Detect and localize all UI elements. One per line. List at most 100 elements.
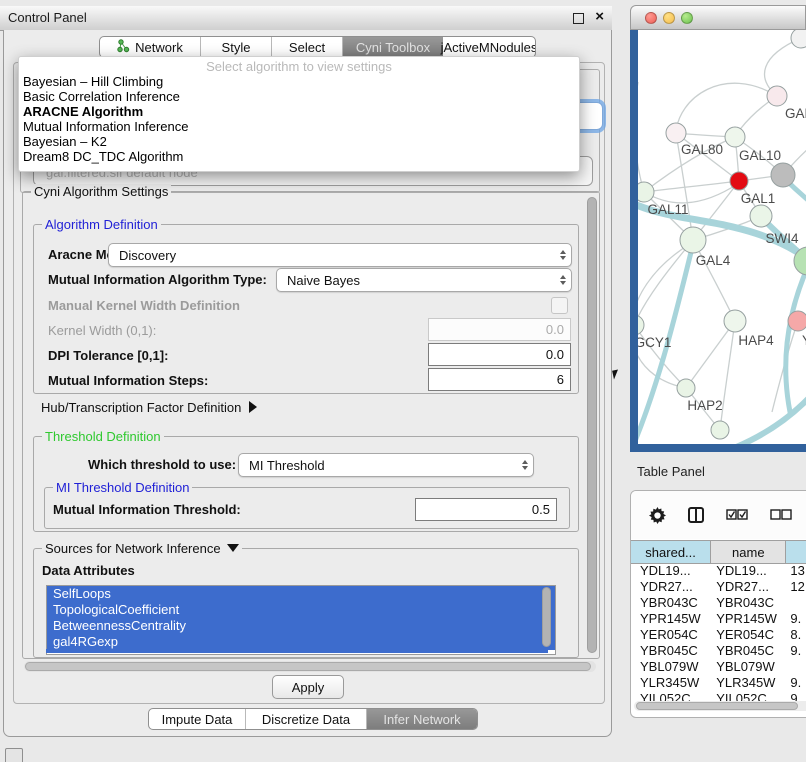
algorithm-placeholder: Select algorithm to view settings (19, 59, 579, 74)
partial-list-row (46, 649, 548, 653)
stepper-arrows-icon (522, 460, 528, 470)
kernel-width-field[interactable]: 0.0 (428, 318, 571, 341)
gear-icon[interactable] (649, 507, 666, 524)
tab-infer-network[interactable]: Infer Network (367, 709, 477, 729)
algorithm-option-basic-correlation-inference[interactable]: Basic Correlation Inference (19, 89, 579, 104)
tab-style[interactable]: Style (201, 37, 272, 57)
mi-type-combobox[interactable]: Naive Bayes (276, 268, 572, 292)
traffic-light-close[interactable] (645, 12, 657, 24)
network-node-y[interactable] (788, 311, 806, 331)
data-attribute-item[interactable]: SelfLoops (47, 586, 555, 602)
traffic-light-zoom[interactable] (681, 12, 693, 24)
table-cell (786, 659, 806, 675)
algorithm-option-bayesian-hill-climbing[interactable]: Bayesian – Hill Climbing (19, 74, 579, 89)
network-node[interactable] (711, 421, 729, 439)
settings-hscrollbar[interactable] (24, 661, 596, 672)
column-header-name[interactable]: name (711, 541, 786, 563)
algorithm-option-aracne-algorithm[interactable]: ARACNE Algorithm (19, 104, 579, 119)
manual-kernel-checkbox[interactable] (551, 297, 568, 314)
network-node-gal4[interactable] (680, 227, 706, 253)
split-view-icon[interactable] (688, 507, 704, 523)
data-attribute-item[interactable]: gal4RGexp (47, 634, 555, 650)
table-cell: YDL19... (631, 563, 711, 579)
table-row[interactable]: YBR043CYBR043C (631, 595, 806, 611)
network-node-swi4[interactable] (750, 205, 772, 227)
settings-scrollbar[interactable] (587, 197, 597, 653)
table-row[interactable]: YDR27...YDR27...12 (631, 579, 806, 595)
data-attribute-item[interactable]: BetweennessCentrality (47, 618, 555, 634)
tab-label: Cyni Toolbox (356, 40, 430, 55)
network-node-gal10[interactable] (725, 127, 745, 147)
float-window-icon[interactable] (573, 13, 584, 24)
table-row[interactable]: YER054CYER054C8. (631, 627, 806, 643)
tab-discretize-data[interactable]: Discretize Data (246, 709, 367, 729)
network-view-frame: GALGAL80GAL10GAL1GAL11SWI4GAL4GCY1HAP4YH… (630, 30, 806, 452)
settings-group-title: Cyni Algorithm Settings (31, 184, 171, 199)
aracne-mode-combobox[interactable]: Discovery (108, 243, 572, 267)
algorithm-option-bayesian-k2[interactable]: Bayesian – K2 (19, 134, 579, 149)
expand-down-icon (227, 544, 239, 552)
close-icon[interactable]: × (595, 8, 604, 25)
network-node-gal11[interactable] (638, 182, 654, 202)
tab-select[interactable]: Select (272, 37, 343, 57)
table-row[interactable]: YBL079WYBL079W (631, 659, 806, 675)
network-node-hap2[interactable] (677, 379, 695, 397)
which-threshold-value: MI Threshold (249, 458, 325, 473)
algorithm-option-dream8-dc-tdc-algorithm[interactable]: Dream8 DC_TDC Algorithm (19, 149, 579, 164)
apply-button[interactable]: Apply (272, 675, 344, 699)
table-cell: 8. (786, 627, 806, 643)
network-window-titlebar[interactable] (630, 5, 806, 30)
node-label: GCY1 (638, 335, 671, 350)
sources-title-text: Sources for Network Inference (45, 541, 221, 556)
attributes-list-scrollbar[interactable] (542, 587, 551, 647)
control-panel-tabs: NetworkStyleSelect Cyni Toolbox jActiveMNo… (99, 36, 536, 58)
screen: Control Panel × NetworkStyleSelectCyni T… (0, 0, 806, 762)
data-attributes-list[interactable]: SelfLoopsTopologicalCoefficientBetweenne… (46, 585, 556, 655)
table-cell: YLR345W (711, 675, 786, 691)
network-node[interactable] (791, 30, 806, 48)
node-label: HAP4 (738, 333, 774, 348)
network-node-hap4[interactable] (724, 310, 746, 332)
network-node-gal[interactable] (767, 86, 787, 106)
table-cell: YBR045C (711, 643, 786, 659)
threshold-definition-group: Threshold Definition Which threshold to … (33, 436, 579, 532)
sources-group-title[interactable]: Sources for Network Inference (42, 541, 242, 556)
mi-steps-field[interactable]: 6 (428, 368, 571, 391)
table-row[interactable]: YPR145WYPR145W9. (631, 611, 806, 627)
checked-pair-icon[interactable] (726, 509, 748, 521)
hub-definition-toggle[interactable]: Hub/Transcription Factor Definition (41, 400, 257, 415)
table-cell: YBL079W (631, 659, 711, 675)
tab-impute-data[interactable]: Impute Data (149, 709, 246, 729)
table-hscrollbar[interactable] (634, 701, 806, 711)
mi-threshold-field[interactable]: 0.5 (415, 498, 557, 521)
network-node[interactable] (771, 163, 795, 187)
traffic-light-minimize[interactable] (663, 12, 675, 24)
dpi-tolerance-field[interactable]: 0.0 (428, 343, 571, 366)
table-cell: 12 (786, 579, 806, 595)
table-row[interactable]: YDL19...YDL19...13 (631, 563, 806, 579)
table-row[interactable]: YBR045CYBR045C9. (631, 643, 806, 659)
network-canvas[interactable]: GALGAL80GAL10GAL1GAL11SWI4GAL4GCY1HAP4YH… (638, 30, 806, 444)
tab-jactivemnodules[interactable]: jActiveMNodules (443, 37, 535, 57)
network-node-gal80[interactable] (666, 123, 686, 143)
tab-network[interactable]: Network (100, 37, 201, 57)
column-header-shared[interactable]: shared... (631, 541, 711, 563)
node-label: SWI4 (765, 231, 798, 246)
collapsed-panel-icon[interactable] (5, 748, 23, 762)
hub-definition-label: Hub/Transcription Factor Definition (41, 400, 241, 415)
network-edge (676, 83, 777, 133)
network-node-gal1[interactable] (730, 172, 748, 190)
column-header-cut[interactable] (786, 541, 806, 563)
algorithm-option-mutual-information-inference[interactable]: Mutual Information Inference (19, 119, 579, 134)
table-row[interactable]: YLR345WYLR345W9. (631, 675, 806, 691)
tab-cyni-toolbox[interactable]: Cyni Toolbox (343, 37, 443, 57)
stepper-arrows-icon (560, 275, 566, 285)
which-threshold-combobox[interactable]: MI Threshold (238, 453, 534, 477)
network-node-gcy1[interactable] (638, 315, 644, 335)
node-label: GAL (785, 106, 806, 121)
data-attribute-item[interactable]: TopologicalCoefficient (47, 602, 555, 618)
node-label: GAL10 (739, 148, 781, 163)
mouse-cursor (612, 369, 620, 379)
unchecked-pair-icon[interactable] (770, 509, 792, 521)
table-cell: YBL079W (711, 659, 786, 675)
